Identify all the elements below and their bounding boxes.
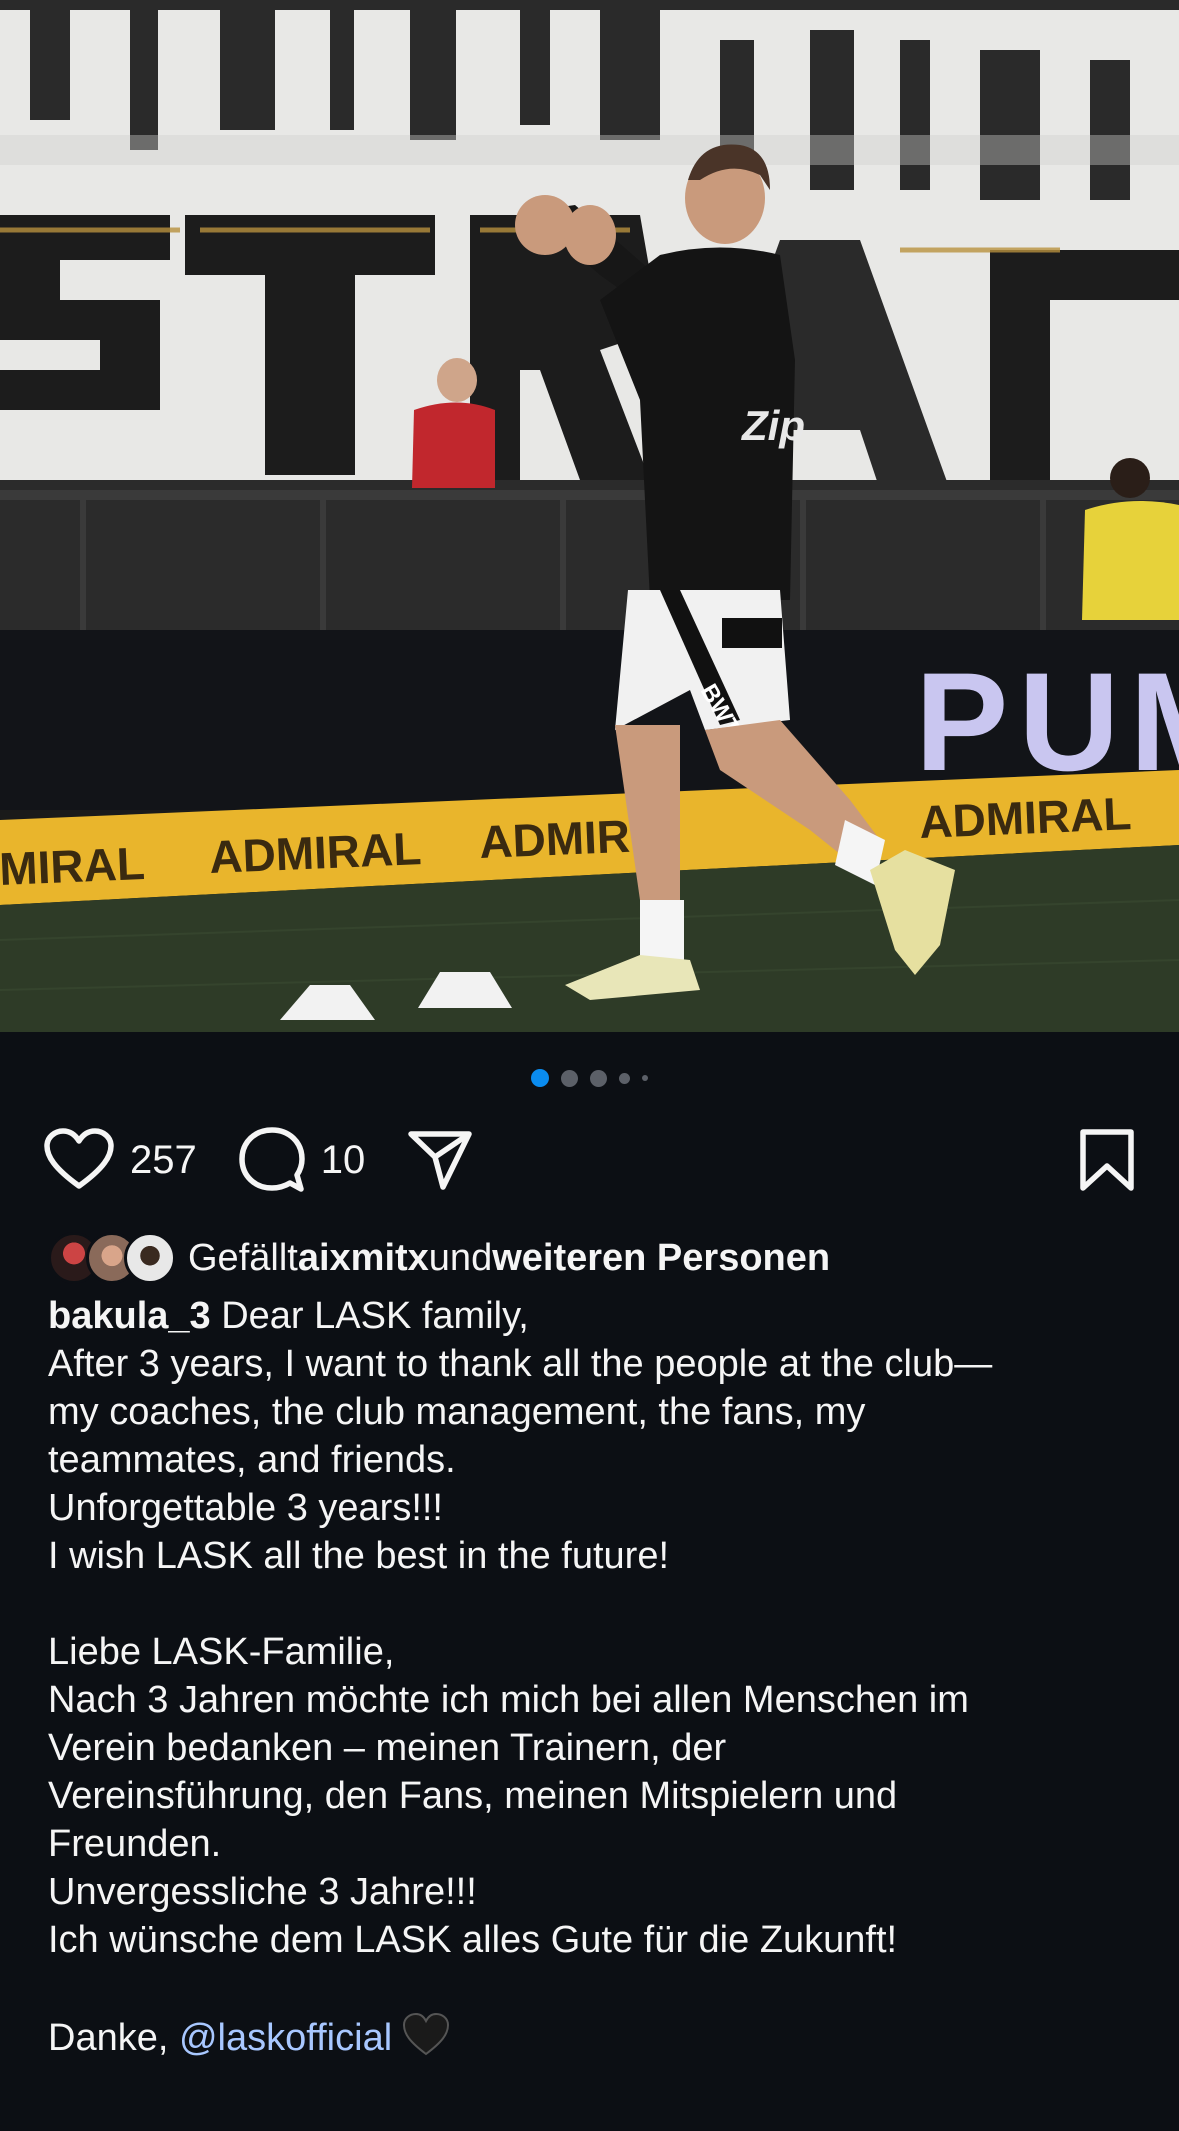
caption-line [48,1580,1139,1628]
comments-count[interactable]: 10 [321,1138,366,1183]
comment-action: 10 [239,1127,366,1193]
caption-line [48,1964,1139,2012]
comment-icon[interactable] [239,1127,305,1193]
liked-by-user[interactable]: aixmitx [298,1237,429,1280]
carousel-dot-2 [561,1069,578,1087]
svg-text:ADMIRAL: ADMIRAL [918,787,1132,848]
caption-greeting: Dear LASK family, [210,1295,529,1337]
carousel-dot-5 [642,1075,648,1081]
caption-username[interactable]: bakula_3 [48,1295,211,1337]
carousel-dot-3 [590,1069,607,1087]
svg-text:Zip: Zip [741,402,805,449]
carousel-dot-1 [531,1069,549,1087]
caption-line: Freunden. [48,1823,222,1865]
svg-text:MIRAL: MIRAL [0,837,146,895]
bookmark-icon[interactable] [1079,1128,1135,1192]
post-photo[interactable]: PUMA MIRAL ADMIRAL ADMIR ADMIRAL [0,0,1179,1032]
liked-by-line[interactable]: Gefällt aixmitx und weiteren Personen [48,1228,1139,1288]
share-action [407,1129,473,1191]
svg-text:ADMIRAL: ADMIRAL [208,822,422,883]
caption-first-line: bakula_3 Dear LASK family, [48,1292,1139,1340]
heart-icon[interactable] [44,1128,114,1192]
bookmark-action [1079,1128,1135,1192]
liked-by-others[interactable]: weiteren Personen [492,1237,830,1280]
caption-line: Vereinsführung, den Fans, meinen Mitspie… [48,1775,898,1817]
caption-body: After 3 years, I want to thank all the p… [48,1340,1139,2012]
liker-avatars [48,1232,176,1284]
mention-link[interactable]: @laskofficial [179,2017,392,2059]
likes-count[interactable]: 257 [130,1138,197,1183]
caption-line: Ich wünsche dem LASK alles Gute für die … [48,1919,898,1961]
caption-line: my coaches, the club management, the fan… [48,1391,866,1433]
carousel-indicator [0,1068,1179,1088]
caption-line: Unforgettable 3 years!!! [48,1487,443,1529]
caption-line: After 3 years, I want to thank all the p… [48,1343,993,1385]
carousel-dot-4 [619,1072,630,1084]
avatar [124,1232,176,1284]
svg-text:ADMIR: ADMIR [478,810,631,868]
caption-line: teammates, and friends. [48,1439,456,1481]
post-caption: bakula_3 Dear LASK family, After 3 years… [48,1292,1139,2068]
caption-closing-text: Danke, [48,2017,179,2059]
caption-line: Nach 3 Jahren möchte ich mich bei allen … [48,1679,969,1721]
black-heart-emoji [402,2012,450,2068]
liked-by-middle: und [428,1236,493,1279]
caption-line: I wish LASK all the best in the future! [48,1535,670,1577]
caption-line: Liebe LASK-Familie, [48,1631,395,1673]
like-action: 257 [44,1128,197,1192]
caption-closing: Danke, @laskofficial [48,2012,1139,2068]
share-icon[interactable] [407,1129,473,1191]
post-action-bar: 257 10 [44,1120,1135,1200]
liked-by-prefix: Gefällt [188,1236,298,1279]
caption-line: Unvergessliche 3 Jahre!!! [48,1871,477,1913]
caption-line: Verein bedanken – meinen Trainern, der [48,1727,727,1769]
